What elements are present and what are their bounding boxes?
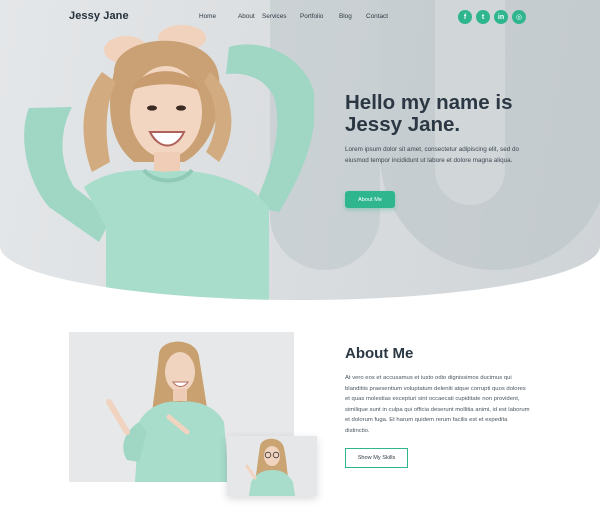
twitter-icon[interactable]: t (476, 10, 490, 24)
hero-title: Hello my name is Jessy Jane. (345, 92, 555, 136)
social-links: f t in ◎ (458, 10, 526, 24)
nav-link-services[interactable]: Services (262, 13, 300, 20)
top-navigation: Jessy Jane Home About Services Portfolio… (0, 0, 600, 36)
nav-link-about[interactable]: About (238, 13, 262, 20)
hero-portrait-image (24, 25, 314, 300)
about-title: About Me (345, 345, 414, 362)
show-my-skills-button[interactable]: Show My Skills (345, 448, 408, 468)
nav-link-contact[interactable]: Contact (366, 13, 396, 20)
linkedin-icon[interactable]: in (494, 10, 508, 24)
hero-title-line: Hello my name is (345, 91, 513, 114)
about-description: At vero eos et accusamus et iusto odio d… (345, 375, 530, 434)
about-glasses-portrait-image (227, 436, 317, 496)
site-logo[interactable]: Jessy Jane (69, 10, 129, 22)
facebook-icon[interactable]: f (458, 10, 472, 24)
hero-title-line: Jessy Jane. (345, 113, 461, 136)
nav-link-home[interactable]: Home (199, 13, 238, 20)
nav-link-blog[interactable]: Blog (339, 13, 366, 20)
hero-section: Jessy Jane Home About Services Portfolio… (0, 0, 600, 300)
hero-description: Lorem ipsum dolor sit amet, consectetur … (345, 146, 519, 164)
main-menu: Home About Services Portfolio Blog Conta… (199, 13, 396, 20)
nav-link-portfolio[interactable]: Portfolio (300, 13, 339, 20)
instagram-icon[interactable]: ◎ (512, 10, 526, 24)
about-secondary-image (227, 436, 317, 496)
about-me-button[interactable]: About Me (345, 191, 395, 208)
page: Jessy Jane Home About Services Portfolio… (0, 0, 600, 518)
